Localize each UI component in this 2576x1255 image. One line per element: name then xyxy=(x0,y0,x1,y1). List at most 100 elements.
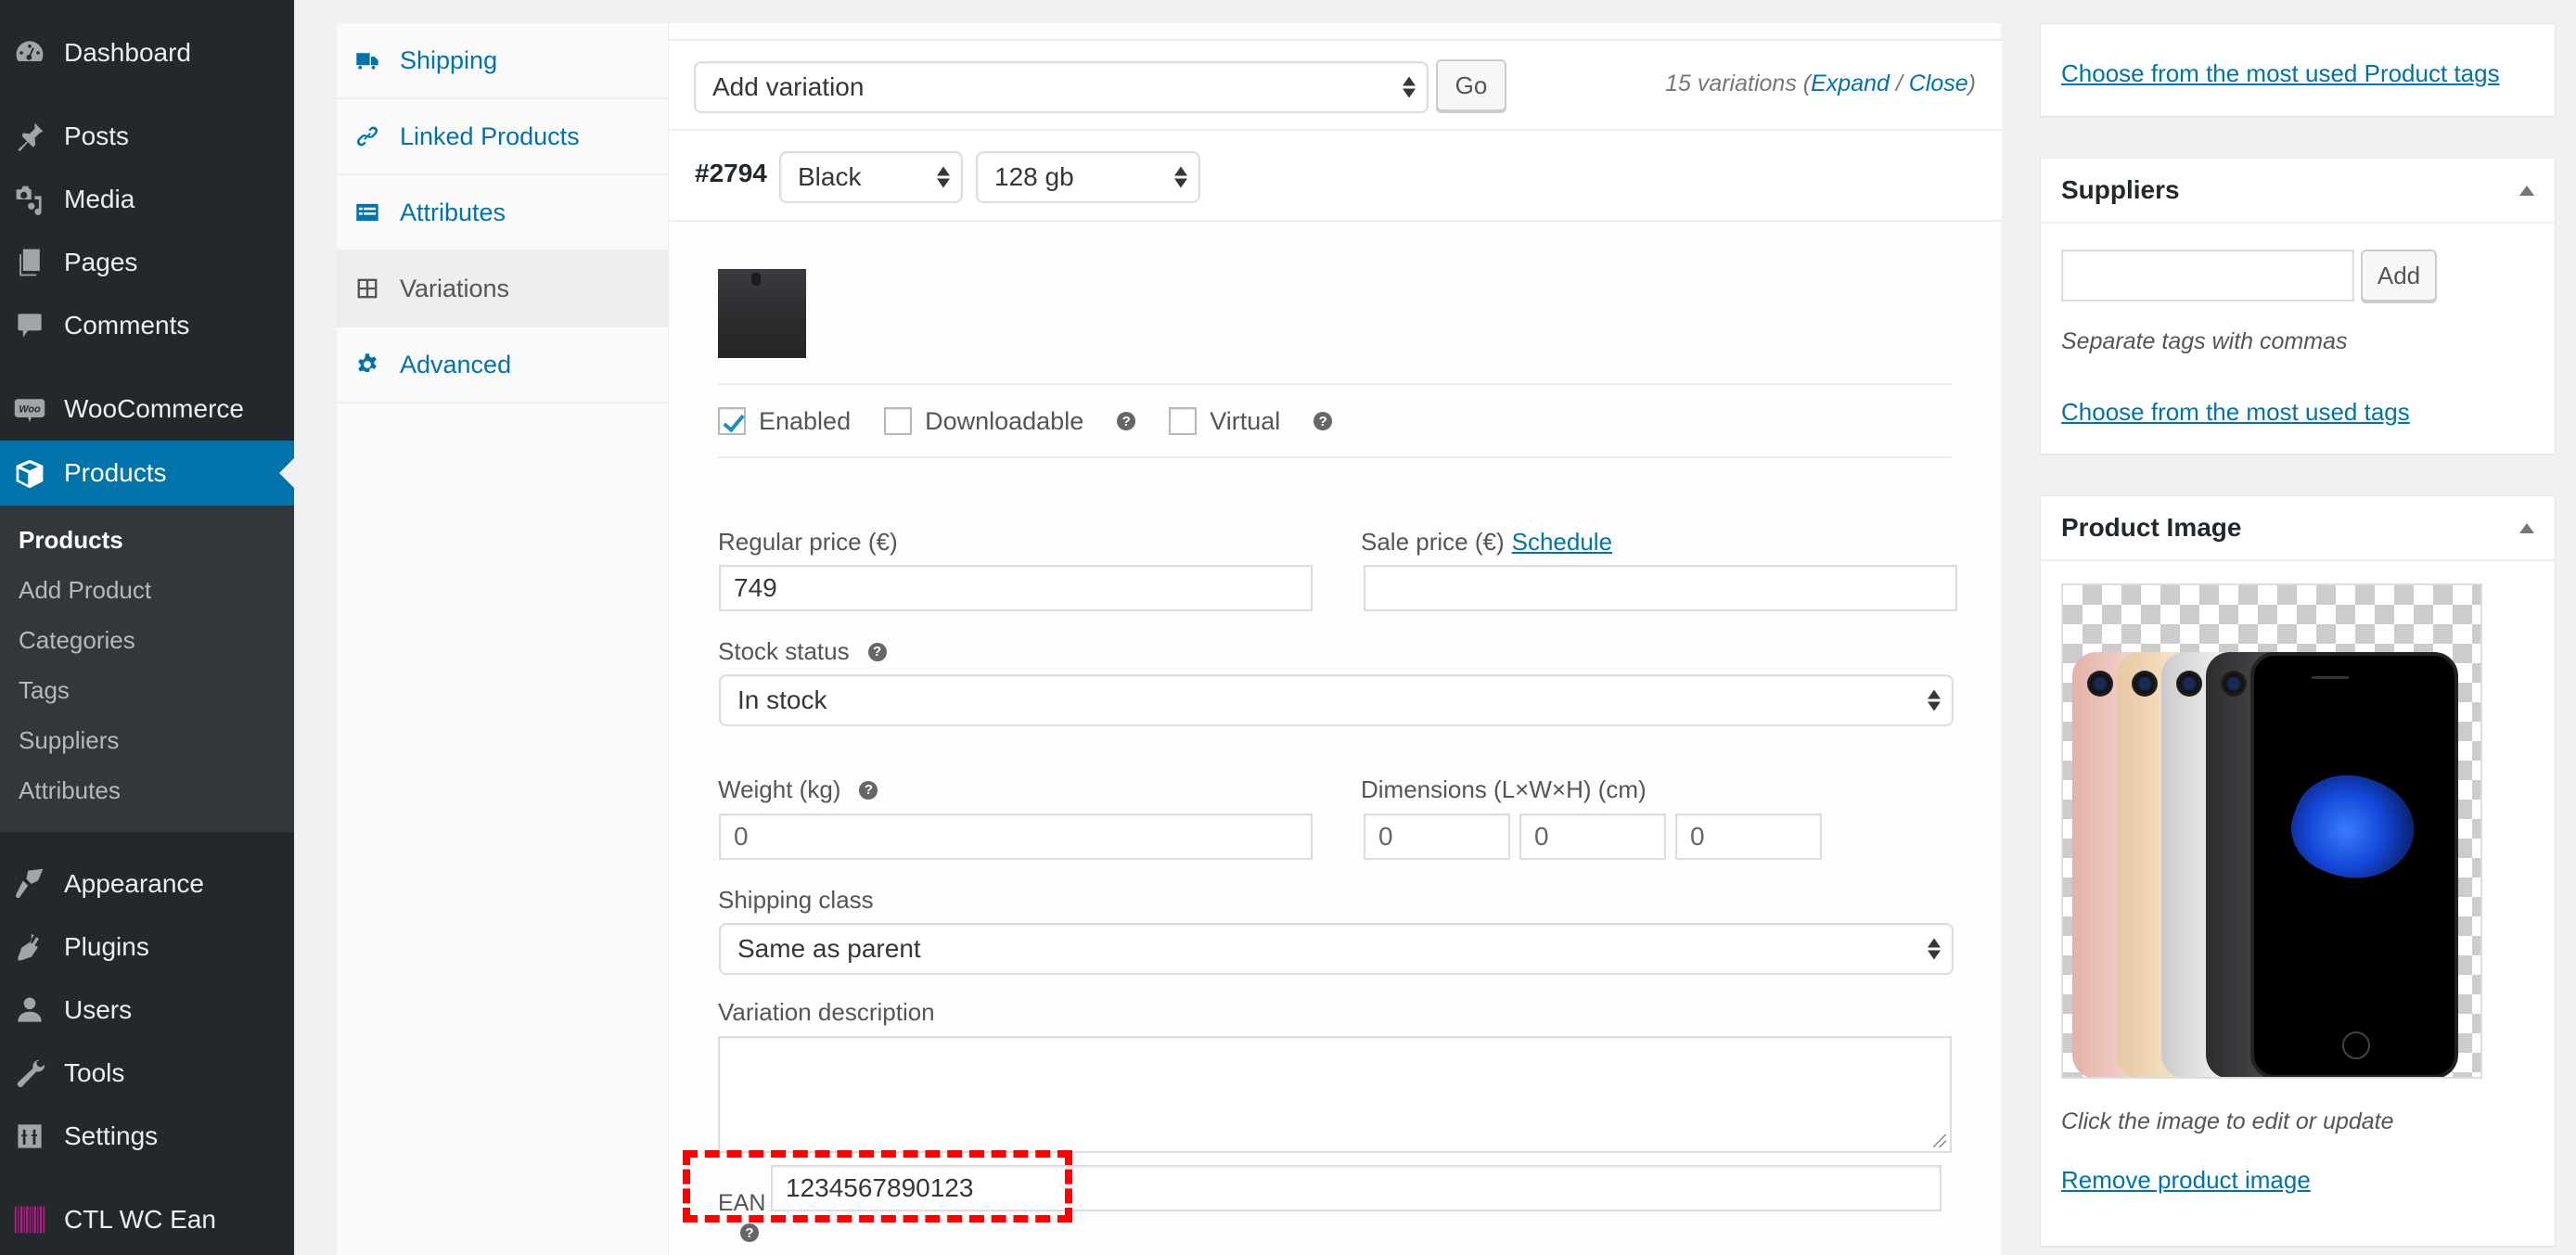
help-icon[interactable]: ? xyxy=(1314,412,1333,430)
add-supplier-button[interactable]: Add xyxy=(2361,250,2437,301)
menu-item-settings[interactable]: Settings xyxy=(0,1108,294,1164)
barcode-icon xyxy=(13,1203,46,1236)
menu-item-comments[interactable]: Comments xyxy=(0,298,294,353)
weight-input[interactable]: 0 xyxy=(719,813,1313,860)
product-tags-box: Choose from the most used Product tags xyxy=(2040,23,2556,117)
menu-label: Posts xyxy=(64,122,130,150)
weight-label: Weight (kg) ? xyxy=(718,775,878,804)
select-arrows-icon xyxy=(1174,166,1187,188)
submenu-item-products[interactable]: Products xyxy=(0,515,294,565)
tab-advanced[interactable]: Advanced xyxy=(337,327,668,403)
gear-icon xyxy=(355,352,379,377)
color-select[interactable]: Black xyxy=(779,151,963,203)
variation-image-thumbnail[interactable] xyxy=(718,269,806,358)
help-icon[interactable]: ? xyxy=(740,1223,759,1242)
variation-description-textarea[interactable] xyxy=(718,1036,1952,1153)
most-used-tags-link[interactable]: Choose from the most used tags xyxy=(2061,398,2410,427)
tab-linked-products[interactable]: Linked Products xyxy=(337,99,668,175)
remove-product-image-link[interactable]: Remove product image xyxy=(2061,1166,2311,1195)
divider xyxy=(718,383,1952,385)
resize-handle[interactable] xyxy=(1933,1134,1946,1147)
submenu-item-suppliers[interactable]: Suppliers xyxy=(0,715,294,765)
product-image-box-header[interactable]: Product Image xyxy=(2041,496,2555,561)
shipping-class-label: Shipping class xyxy=(718,886,874,914)
help-icon[interactable]: ? xyxy=(867,642,887,661)
select-value: Same as parent xyxy=(737,934,921,963)
product-image[interactable] xyxy=(2061,583,2482,1079)
menu-label: Tools xyxy=(64,1058,125,1087)
menu-item-users[interactable]: Users xyxy=(0,982,294,1038)
tab-attributes[interactable]: Attributes xyxy=(337,175,668,251)
enabled-checkbox[interactable] xyxy=(718,407,746,435)
supplier-hint: Separate tags with commas xyxy=(2061,328,2348,354)
help-icon[interactable]: ? xyxy=(859,780,878,800)
comment-icon xyxy=(13,309,46,342)
menu-item-pages[interactable]: Pages xyxy=(0,235,294,290)
divider xyxy=(718,456,1952,458)
woo-icon: Woo xyxy=(13,392,46,426)
storage-select[interactable]: 128 gb xyxy=(976,151,1200,203)
supplier-tag-input[interactable] xyxy=(2061,250,2354,301)
menu-label: Settings xyxy=(64,1121,159,1150)
submenu-item-add-product[interactable]: Add Product xyxy=(0,565,294,615)
menu-item-plugins[interactable]: Plugins xyxy=(0,919,294,975)
expand-link[interactable]: Expand xyxy=(1811,70,1890,96)
products-submenu: Products Add Product Categories Tags Sup… xyxy=(0,506,294,832)
menu-item-posts[interactable]: Posts xyxy=(0,109,294,164)
product-image-title: Product Image xyxy=(2061,513,2242,542)
help-icon[interactable]: ? xyxy=(1117,412,1136,430)
variation-body: Enabled Downloadable ? Virtual ? Regular… xyxy=(669,222,2002,1255)
height-input[interactable]: 0 xyxy=(1675,813,1822,860)
shipping-class-select[interactable]: Same as parent xyxy=(719,923,1954,975)
variations-panel: Add variation Go 15 variations (Expand /… xyxy=(668,23,2002,1255)
menu-item-products[interactable]: Products xyxy=(0,441,294,506)
submenu-item-categories[interactable]: Categories xyxy=(0,615,294,665)
stock-status-select[interactable]: In stock xyxy=(719,674,1954,726)
collapse-arrow-icon[interactable] xyxy=(2519,185,2534,196)
ean-input[interactable]: 1234567890123 xyxy=(771,1165,1942,1211)
most-used-product-tags-link[interactable]: Choose from the most used Product tags xyxy=(2061,59,2500,88)
tab-label: Advanced xyxy=(400,350,512,378)
pushpin-icon xyxy=(13,120,46,153)
select-value: In stock xyxy=(737,685,827,714)
enabled-label[interactable]: Enabled xyxy=(759,407,851,436)
suppliers-box-header[interactable]: Suppliers xyxy=(2041,159,2555,224)
length-input[interactable]: 0 xyxy=(1364,813,1510,860)
menu-label: Plugins xyxy=(64,932,149,961)
grid-icon xyxy=(355,276,379,301)
virtual-label[interactable]: Virtual xyxy=(1210,407,1280,436)
svg-text:Woo: Woo xyxy=(19,404,41,416)
plug-icon xyxy=(13,930,46,964)
menu-item-ctl-wc-ean[interactable]: CTL WC Ean xyxy=(0,1192,294,1248)
variations-toolbar: Add variation Go 15 variations (Expand /… xyxy=(669,39,2002,131)
close-link[interactable]: Close xyxy=(1909,70,1968,96)
add-variation-select[interactable]: Add variation xyxy=(694,61,1429,113)
submenu-item-attributes[interactable]: Attributes xyxy=(0,765,294,815)
downloadable-checkbox[interactable] xyxy=(884,407,913,435)
phone-jet-black xyxy=(2250,652,2458,1077)
go-button[interactable]: Go xyxy=(1436,59,1506,111)
menu-label: CTL WC Ean xyxy=(64,1205,216,1234)
tab-shipping[interactable]: Shipping xyxy=(337,23,668,99)
sale-price-input[interactable] xyxy=(1364,565,1957,611)
collapse-arrow-icon[interactable] xyxy=(2519,522,2534,533)
menu-item-appearance[interactable]: Appearance xyxy=(0,856,294,912)
menu-item-media[interactable]: Media xyxy=(0,172,294,227)
ean-label: EAN xyxy=(718,1190,766,1216)
downloadable-label[interactable]: Downloadable xyxy=(925,407,1083,436)
link-icon xyxy=(355,124,379,148)
menu-item-tools[interactable]: Tools xyxy=(0,1045,294,1101)
menu-item-dashboard[interactable]: Dashboard xyxy=(0,25,294,81)
submenu-item-tags[interactable]: Tags xyxy=(0,665,294,715)
tab-label: Linked Products xyxy=(400,122,580,150)
schedule-link[interactable]: Schedule xyxy=(1512,528,1612,557)
tab-variations[interactable]: Variations xyxy=(337,251,668,327)
width-input[interactable]: 0 xyxy=(1519,813,1666,860)
regular-price-input[interactable]: 749 xyxy=(719,565,1313,611)
product-data-tabs: Shipping Linked Products Attributes Vari… xyxy=(336,23,668,1255)
menu-item-woocommerce[interactable]: Woo WooCommerce xyxy=(0,381,294,437)
menu-label: WooCommerce xyxy=(64,394,244,423)
virtual-checkbox[interactable] xyxy=(1169,407,1198,435)
wrench-icon xyxy=(13,1057,46,1090)
variation-header[interactable]: #2794 Black 128 gb xyxy=(669,131,2002,222)
